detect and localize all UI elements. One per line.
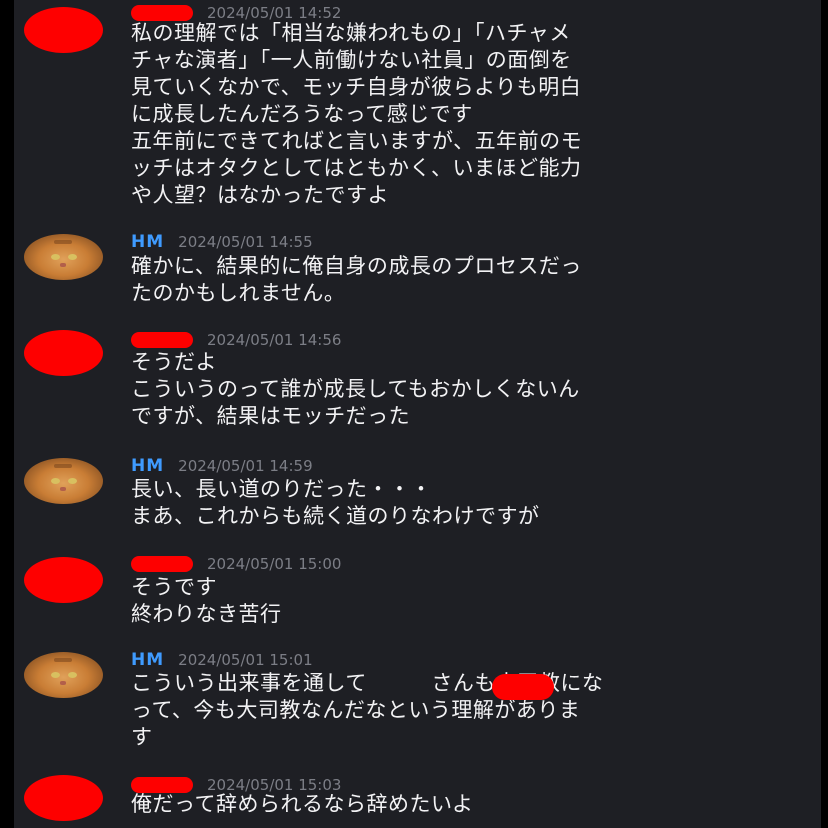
message-line: 確かに、結果的に俺自身の成長のプロセスだっ xyxy=(131,254,582,278)
message-timestamp: 2024/05/01 15:00 xyxy=(207,555,342,573)
message-line: 見ていくなかで、モッチ自身が彼らよりも明白 xyxy=(131,75,582,99)
message-line: たのかもしれません。 xyxy=(131,281,346,305)
message-line: チャな演者」「一人前働けない社員」の面倒を xyxy=(131,48,572,72)
redacted-avatar[interactable] xyxy=(24,775,103,821)
cat-photo-icon xyxy=(24,458,103,504)
redacted-mention xyxy=(492,674,554,700)
message-line: 俺だって辞められるなら辞めたいよ xyxy=(131,792,474,816)
message-body: 確かに、結果的に俺自身の成長のプロセスだっ たのかもしれません。 xyxy=(131,253,821,307)
cat-photo-icon xyxy=(24,234,103,280)
redacted-author-name[interactable] xyxy=(131,332,193,348)
message-line: こういうのって誰が成長してもおかしくないん xyxy=(131,377,580,401)
message-line: こういう出来事を通して さんも大司教にな xyxy=(131,671,604,695)
message-line: 私の理解では「相当な嫌われもの」「ハチャメ xyxy=(131,21,571,45)
message-header: HM 2024/05/01 14:55 xyxy=(131,232,313,252)
author-name[interactable]: HM xyxy=(131,650,164,670)
message-body: 俺だって辞められるなら辞めたいよ xyxy=(131,791,821,818)
message-header: 2024/05/01 14:56 xyxy=(131,330,341,350)
message-line: 五年前にできてればと言いますが、五年前のモ xyxy=(131,129,583,153)
message-line: 終わりなき苦行 xyxy=(131,602,282,626)
message-line: そうです xyxy=(131,575,217,599)
message-line: ッチはオタクとしてはともかく、いまほど能力 xyxy=(131,156,582,180)
message-header: HM 2024/05/01 14:59 xyxy=(131,456,313,476)
message-line: や人望？はなかったですよ xyxy=(131,183,389,207)
message-timestamp: 2024/05/01 14:55 xyxy=(178,233,313,251)
author-name[interactable]: HM xyxy=(131,232,164,252)
message-header: 2024/05/01 15:00 xyxy=(131,554,341,574)
message-body: 私の理解では「相当な嫌われもの」「ハチャメ チャな演者」「一人前働けない社員」の… xyxy=(131,20,821,209)
message-timestamp: 2024/05/01 14:56 xyxy=(207,331,342,349)
message-body: 長い、長い道のりだった・・・ まあ、これからも続く道のりなわけですが xyxy=(131,476,821,530)
cat-photo-icon xyxy=(24,652,103,698)
message-line: に成長したんだろうなって感じです xyxy=(131,102,473,126)
message-timestamp: 2024/05/01 15:01 xyxy=(178,651,313,669)
message-timestamp: 2024/05/01 14:59 xyxy=(178,457,313,475)
message-line: 長い、長い道のりだった・・・ xyxy=(131,477,432,501)
message-header: HM 2024/05/01 15:01 xyxy=(131,650,313,670)
message-line: ですが、結果はモッチだった xyxy=(131,404,411,428)
message-body: そうです 終わりなき苦行 xyxy=(131,574,821,628)
message-line: まあ、これからも続く道のりなわけですが xyxy=(131,504,540,528)
redacted-author-name[interactable] xyxy=(131,556,193,572)
redacted-avatar[interactable] xyxy=(24,557,103,603)
message-line: って、今も大司教なんだなという理解がありま xyxy=(131,698,581,722)
user-avatar[interactable] xyxy=(24,652,103,698)
chat-log[interactable]: 2024/05/01 14:52 私の理解では「相当な嫌われもの」「ハチャメ チ… xyxy=(14,0,821,828)
redacted-author-name[interactable] xyxy=(131,5,193,21)
message-body: こういう出来事を通して さんも大司教にな って、今も大司教なんだなという理解があ… xyxy=(131,670,821,751)
message-line: そうだよ xyxy=(131,350,217,374)
redacted-avatar[interactable] xyxy=(24,7,103,53)
message-body: そうだよ こういうのって誰が成長してもおかしくないん ですが、結果はモッチだった xyxy=(131,349,821,430)
redacted-avatar[interactable] xyxy=(24,330,103,376)
message-line: す xyxy=(131,725,153,749)
user-avatar[interactable] xyxy=(24,458,103,504)
author-name[interactable]: HM xyxy=(131,456,164,476)
user-avatar[interactable] xyxy=(24,234,103,280)
